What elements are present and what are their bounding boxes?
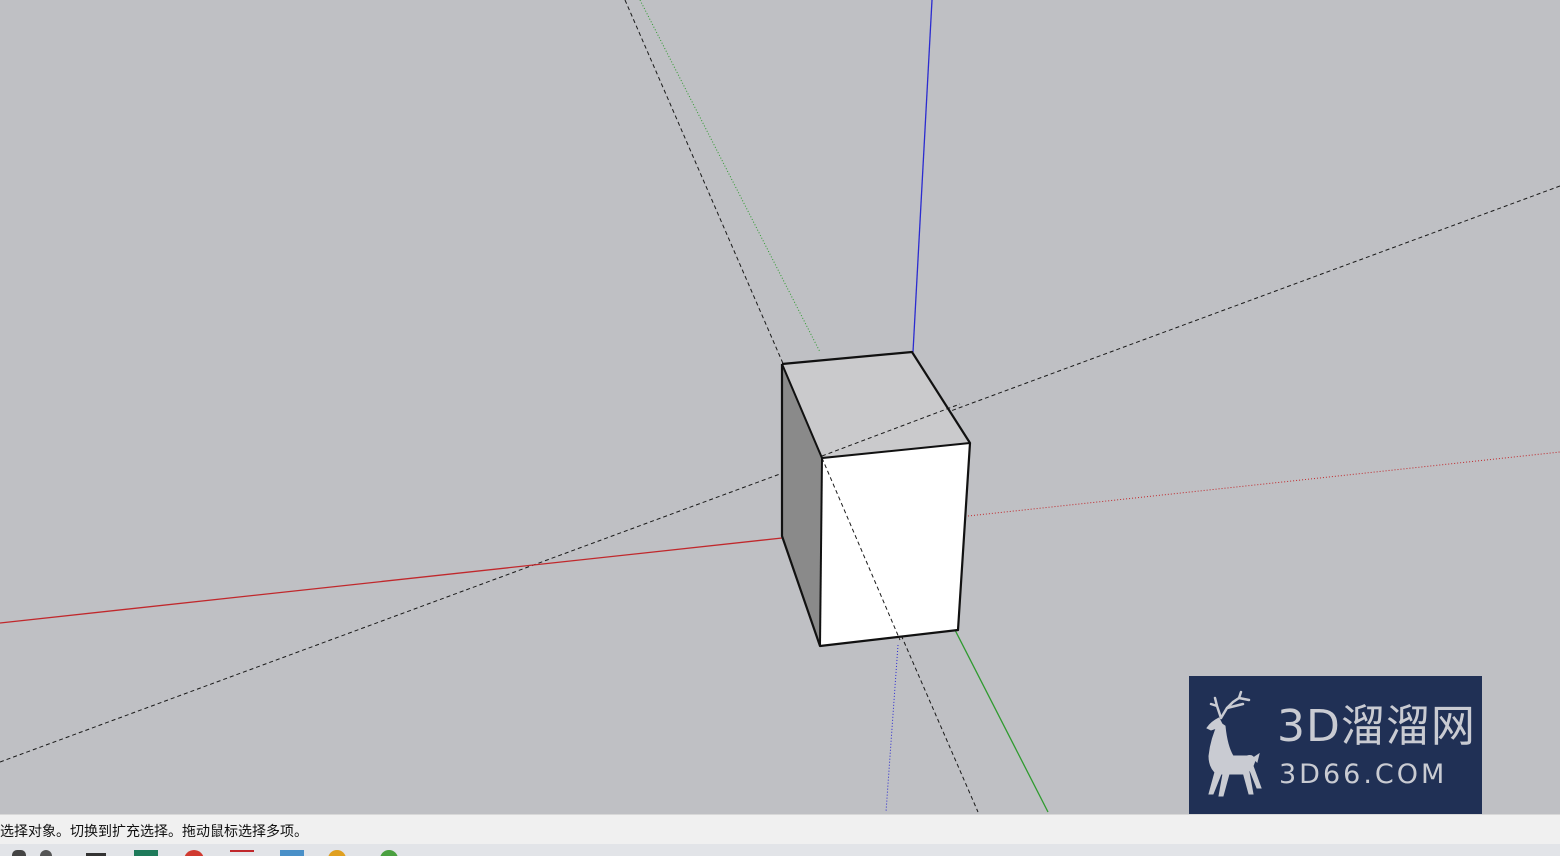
green-axis <box>954 629 1049 813</box>
app-icon-1[interactable] <box>12 850 26 856</box>
app-icon-4[interactable] <box>134 850 158 856</box>
drawing-viewport[interactable]: 3D溜溜网 3D66.COM <box>0 0 1560 826</box>
status-bar: 选择对象。切换到扩充选择。拖动鼠标选择多项。 <box>0 814 1560 844</box>
watermark-brand-cn: 3D溜溜网 <box>1277 701 1476 752</box>
box-front-face[interactable] <box>820 443 970 646</box>
app-icon-6[interactable] <box>230 850 254 856</box>
app-icon-8[interactable] <box>328 850 346 856</box>
app-icon-9[interactable] <box>380 850 398 856</box>
status-message: 选择对象。切换到扩充选择。拖动鼠标选择多项。 <box>0 824 308 840</box>
deer-icon <box>1206 690 1262 797</box>
taskbar[interactable] <box>0 844 1560 856</box>
box-model[interactable] <box>780 350 972 648</box>
blue-axis-hidden <box>885 644 899 813</box>
red-axis-hidden <box>967 451 1560 517</box>
app-icon-5[interactable] <box>184 850 204 856</box>
watermark-badge: 3D溜溜网 3D66.COM <box>1189 676 1482 826</box>
app-icon-2[interactable] <box>40 850 52 856</box>
watermark-brand-domain: 3D66.COM <box>1279 759 1448 790</box>
red-axis <box>0 537 783 624</box>
blue-axis <box>912 0 933 353</box>
app-icon-7[interactable] <box>280 850 304 856</box>
green-axis-hidden <box>639 0 821 353</box>
